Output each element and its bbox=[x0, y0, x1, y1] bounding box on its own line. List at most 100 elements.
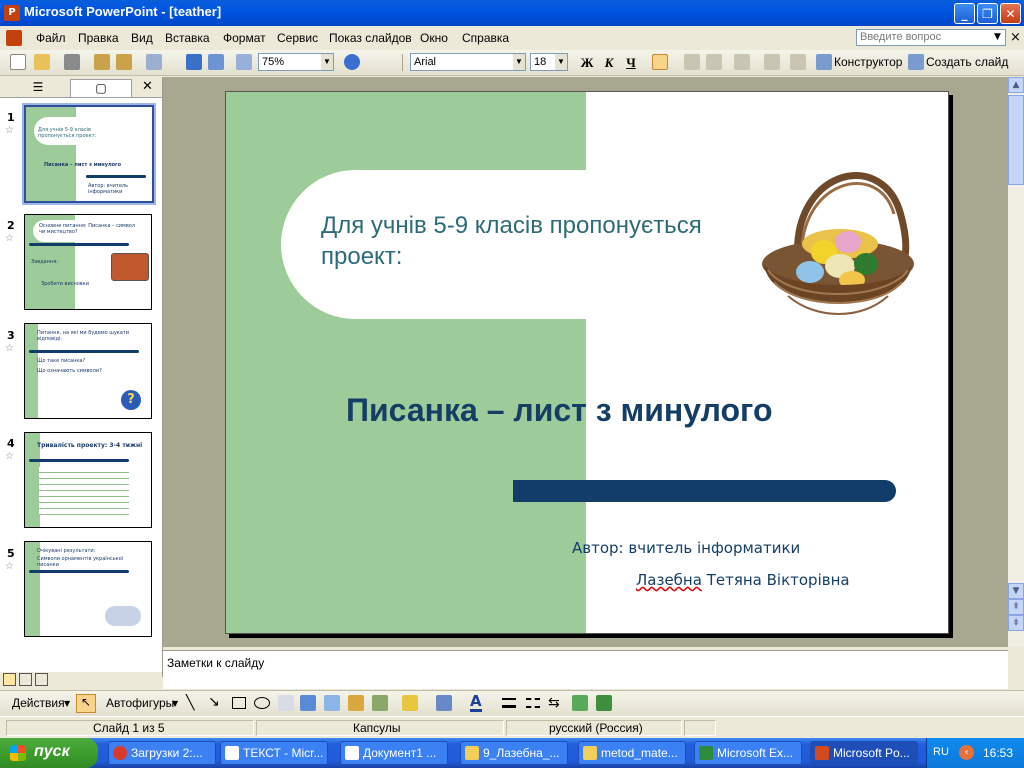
clipart-icon[interactable] bbox=[348, 695, 364, 711]
fill-color-icon[interactable] bbox=[402, 695, 418, 711]
numbering-icon[interactable] bbox=[684, 54, 700, 70]
bold-button[interactable]: Ж bbox=[578, 54, 596, 71]
prev-slide-button[interactable]: ⇞ bbox=[1008, 599, 1024, 615]
next-slide-button[interactable]: ⇟ bbox=[1008, 615, 1024, 631]
actions-menu[interactable]: Действия bbox=[12, 696, 65, 710]
menu-tools[interactable]: Сервис bbox=[277, 31, 318, 45]
3d-icon[interactable] bbox=[596, 695, 612, 711]
rectangle-icon[interactable] bbox=[232, 697, 246, 709]
slide-canvas[interactable]: Для учнів 5-9 класів пропонується проект… bbox=[225, 91, 949, 634]
task-folder-metod[interactable]: metod_mate... bbox=[578, 741, 686, 765]
vertical-scrollbar[interactable]: ▲ ▼ ⇞ ⇟ bbox=[1008, 77, 1024, 647]
thumb-text: Очікувані результати: bbox=[37, 548, 96, 554]
slideshow-view-icon[interactable] bbox=[35, 673, 48, 686]
slide-subtitle[interactable]: Для учнів 5-9 класів пропонується проект… bbox=[321, 210, 781, 272]
table-icon[interactable] bbox=[208, 54, 224, 70]
diagram-icon[interactable] bbox=[324, 695, 340, 711]
wordart-icon[interactable] bbox=[300, 695, 316, 711]
increase-indent-icon[interactable] bbox=[790, 54, 806, 70]
menu-slideshow[interactable]: Показ слайдов bbox=[329, 31, 412, 45]
dash-style-icon[interactable] bbox=[526, 698, 540, 708]
tab-outline[interactable]: ☰ bbox=[8, 79, 68, 96]
autoshapes-menu[interactable]: Автофигуры bbox=[106, 696, 174, 710]
decrease-indent-icon[interactable] bbox=[764, 54, 780, 70]
picture-icon[interactable] bbox=[372, 695, 388, 711]
close-button[interactable]: ✕ bbox=[1000, 3, 1021, 24]
line-icon[interactable]: ╲ bbox=[186, 695, 194, 711]
chart-icon[interactable] bbox=[186, 54, 202, 70]
font-size-select[interactable]: 18 ▼ bbox=[530, 53, 568, 71]
scroll-down-button[interactable]: ▼ bbox=[1008, 583, 1024, 599]
minimize-button[interactable]: _ bbox=[954, 3, 975, 24]
notes-pane[interactable]: Заметки к слайду bbox=[163, 650, 1008, 689]
slide-thumbnail-5[interactable]: Очікувані результати: Символи орнаментів… bbox=[24, 541, 152, 637]
increase-font-icon[interactable] bbox=[734, 54, 750, 70]
task-folder-lazebna[interactable]: 9_Лазебна_... bbox=[460, 741, 568, 765]
slide-thumbnail-4[interactable]: Тривалість проекту: 3-4 тижні bbox=[24, 432, 152, 528]
doc-close-button[interactable]: × bbox=[1010, 30, 1021, 45]
easter-basket-image[interactable] bbox=[760, 152, 915, 337]
author-name[interactable]: Лазебна Тетяна Вікторівна bbox=[636, 571, 850, 589]
bullets-icon[interactable] bbox=[706, 54, 722, 70]
task-word-doc[interactable]: Документ1 ... bbox=[340, 741, 448, 765]
normal-view-icon[interactable] bbox=[3, 673, 16, 686]
panel-tabs: ☰ ▢ ✕ bbox=[0, 77, 162, 98]
arrow-icon[interactable]: ↘ bbox=[208, 694, 220, 710]
separator bbox=[402, 54, 403, 71]
start-button[interactable]: пуск bbox=[0, 738, 98, 768]
scroll-up-button[interactable]: ▲ bbox=[1008, 77, 1024, 93]
menu-format[interactable]: Формат bbox=[223, 31, 266, 45]
language-indicator[interactable]: RU bbox=[933, 746, 949, 758]
document-icon[interactable] bbox=[6, 30, 22, 46]
undo-icon[interactable] bbox=[146, 54, 162, 70]
open-icon[interactable] bbox=[34, 54, 50, 70]
menu-file[interactable]: Файл bbox=[36, 31, 66, 45]
line-style-icon[interactable] bbox=[502, 698, 516, 708]
sorter-view-icon[interactable] bbox=[19, 673, 32, 686]
tab-slides[interactable]: ▢ bbox=[70, 79, 132, 97]
maximize-button[interactable]: ❐ bbox=[977, 3, 998, 24]
author-role[interactable]: Автор: вчитель інформатики bbox=[572, 539, 800, 557]
new-icon[interactable] bbox=[10, 54, 26, 70]
powerpoint-icon[interactable]: P bbox=[4, 5, 20, 21]
task-excel[interactable]: Microsoft Ex... bbox=[694, 741, 802, 765]
print-icon[interactable] bbox=[64, 54, 80, 70]
slide-thumbnail-2[interactable]: Основне питання: Писанка – символ чи мис… bbox=[24, 214, 152, 310]
slide-thumbnail-1[interactable]: Для учнів 5-9 класів пропонується проект… bbox=[22, 103, 156, 205]
zoom-select[interactable]: 75% ▼ bbox=[258, 53, 334, 71]
font-select[interactable]: Arial ▼ bbox=[410, 53, 526, 71]
help-dropdown-icon[interactable]: ▼ bbox=[994, 32, 1001, 42]
slide-number: 4 bbox=[7, 437, 15, 450]
new-slide-button[interactable]: Создать слайд bbox=[926, 55, 1008, 69]
align-left-icon[interactable] bbox=[652, 54, 668, 70]
font-color-icon[interactable]: A bbox=[470, 693, 482, 712]
oval-icon[interactable] bbox=[254, 697, 270, 709]
task-label: ТЕКСТ - Micr... bbox=[243, 746, 324, 760]
menu-insert[interactable]: Вставка bbox=[165, 31, 210, 45]
paste-icon[interactable] bbox=[116, 54, 132, 70]
underline-button[interactable]: Ч bbox=[622, 54, 640, 71]
task-powerpoint[interactable]: Microsoft Po... bbox=[810, 741, 918, 765]
designer-button[interactable]: Конструктор bbox=[834, 55, 902, 69]
menu-edit[interactable]: Правка bbox=[78, 31, 119, 45]
menu-window[interactable]: Окно bbox=[420, 31, 448, 45]
chevron-left-icon[interactable]: ‹ bbox=[959, 745, 974, 760]
arrow-style-icon[interactable]: ⇆ bbox=[548, 695, 560, 711]
slide-thumbnail-3[interactable]: Питання, на які ми будемо шукати відпові… bbox=[24, 323, 152, 419]
slide-title[interactable]: Писанка – лист з минулого bbox=[346, 392, 772, 429]
help-search-input[interactable]: Введите вопрос bbox=[856, 29, 1006, 46]
copy-icon[interactable] bbox=[94, 54, 110, 70]
shadow-icon[interactable] bbox=[572, 695, 588, 711]
panel-close-button[interactable]: ✕ bbox=[142, 79, 153, 94]
scroll-thumb[interactable] bbox=[1008, 95, 1024, 185]
grid-icon[interactable] bbox=[236, 54, 252, 70]
help-icon[interactable] bbox=[344, 54, 360, 70]
select-pointer-icon[interactable]: ↖ bbox=[76, 694, 96, 713]
italic-button[interactable]: К bbox=[600, 54, 618, 71]
task-word-text[interactable]: ТЕКСТ - Micr... bbox=[220, 741, 328, 765]
menu-help[interactable]: Справка bbox=[462, 31, 509, 45]
menu-view[interactable]: Вид bbox=[131, 31, 153, 45]
task-downloads[interactable]: Загрузки 2:... bbox=[108, 741, 216, 765]
textbox-icon[interactable] bbox=[278, 695, 294, 711]
line-color-icon[interactable] bbox=[436, 695, 452, 711]
